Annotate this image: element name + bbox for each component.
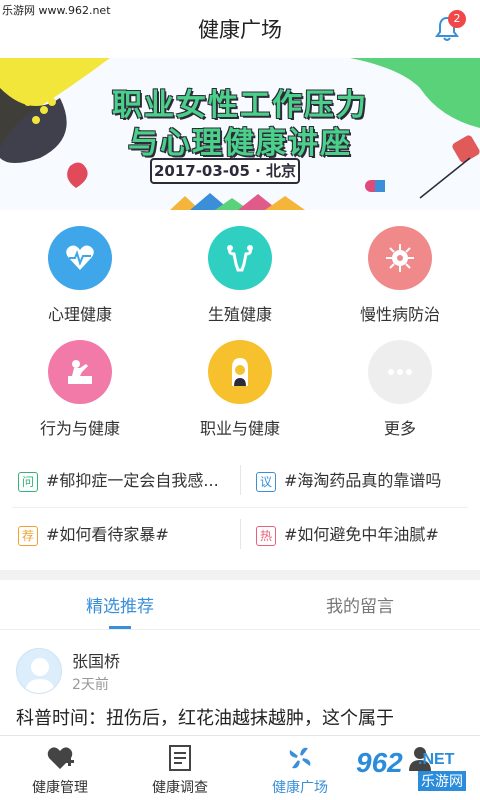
banner[interactable]: 职业女性工作压力 与心理健康讲座 2017-03-05 · 北京	[0, 58, 480, 210]
banner-title-line2: 与心理健康讲座	[128, 126, 352, 161]
topic-tag: 荐	[18, 525, 38, 546]
watermark-number: 962	[356, 747, 403, 778]
survey-doc-icon	[169, 745, 191, 771]
category-label: 慢性病防治	[359, 305, 440, 324]
post-time: 2天前	[72, 677, 109, 693]
category-label: 职业与健康	[199, 419, 280, 438]
category-label: 行为与健康	[39, 419, 120, 438]
tab-featured[interactable]: 精选推荐	[0, 592, 240, 617]
topic-text: #海淘药品真的靠谱吗	[284, 471, 442, 490]
category-chronic-disease[interactable]: 慢性病防治	[320, 222, 480, 332]
category-occupational-health[interactable]: 职业与健康	[160, 336, 320, 446]
nav-health-survey[interactable]: 健康调查	[120, 736, 240, 800]
watermark-net: .NET	[418, 751, 455, 768]
nav-label: 健康管理	[32, 780, 88, 796]
category-behavior-health[interactable]: 行为与健康	[0, 336, 160, 446]
notification-badge: 2	[448, 10, 466, 28]
medical-cross-icon	[47, 747, 74, 769]
feed-tabs: 精选推荐 我的留言	[0, 580, 480, 630]
nav-health-plaza[interactable]: 健康广场	[240, 736, 360, 800]
nav-label: 健康广场	[272, 780, 328, 796]
tab-my-messages[interactable]: 我的留言	[240, 592, 480, 617]
topic-tag: 问	[18, 471, 38, 492]
divider	[240, 519, 241, 549]
topic-tag: 热	[256, 525, 276, 546]
topic-tag: 议	[256, 471, 276, 492]
category-label: 生殖健康	[207, 305, 272, 324]
watermark-site-name: 乐游网	[418, 771, 466, 791]
person-desk-icon	[48, 340, 112, 404]
topic-item[interactable]: 议 #海淘药品真的靠谱吗	[256, 467, 476, 511]
nav-health-management[interactable]: 健康管理	[0, 736, 120, 800]
virus-icon	[368, 226, 432, 290]
topic-item[interactable]: 热 #如何避免中年油腻#	[256, 521, 476, 565]
notification-button[interactable]: 2	[432, 10, 466, 44]
section-gap	[0, 570, 480, 580]
post-text[interactable]: 科普时间：扭伤后，红花油越抹越肿，这个属于	[16, 704, 480, 730]
topic-text: #如何看待家暴#	[46, 525, 169, 544]
topic-item[interactable]: 荐 #如何看待家暴#	[18, 521, 236, 565]
hot-topics: 问 #郁抑症一定会自我感... 议 #海淘药品真的靠谱吗 荐 #如何看待家暴# 热 #如…	[0, 455, 480, 563]
tab-indicator	[109, 626, 131, 629]
nav-label: 健康调查	[152, 780, 208, 796]
category-mental-health[interactable]: 心理健康	[0, 222, 160, 332]
heart-pulse-icon	[48, 226, 112, 290]
worker-icon	[208, 340, 272, 404]
avatar[interactable]	[16, 648, 62, 694]
uterus-icon	[208, 226, 272, 290]
feed-post[interactable]: 张国桥 2天前 科普时间：扭伤后，红花油越抹越肿，这个属于	[0, 640, 480, 736]
watermark-logo: 962 .NET 乐游网	[352, 745, 476, 795]
topic-text: #如何避免中年油腻#	[284, 525, 439, 544]
category-label: 心理健康	[47, 305, 112, 324]
topic-text: #郁抑症一定会自我感...	[46, 471, 219, 490]
divider	[12, 507, 468, 508]
topic-item[interactable]: 问 #郁抑症一定会自我感...	[18, 467, 236, 511]
pinwheel-icon	[289, 747, 311, 769]
category-more[interactable]: 更多	[320, 336, 480, 446]
watermark-top: 乐游网 www.962.net	[2, 4, 111, 17]
divider	[240, 465, 241, 495]
more-dots-icon	[368, 340, 432, 404]
post-author[interactable]: 张国桥	[72, 648, 120, 672]
category-label: 更多	[383, 419, 416, 438]
category-reproductive-health[interactable]: 生殖健康	[160, 222, 320, 332]
banner-date: 2017-03-05 · 北京	[150, 158, 300, 184]
page-title: 健康广场	[198, 18, 282, 42]
